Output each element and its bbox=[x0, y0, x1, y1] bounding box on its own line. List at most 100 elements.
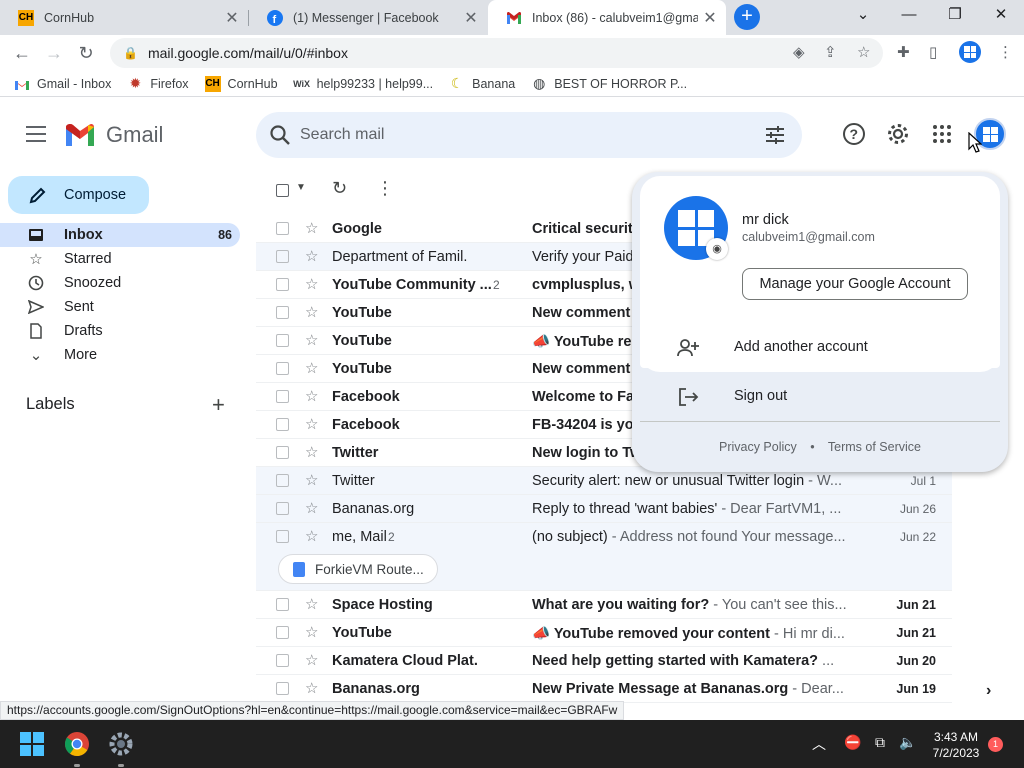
star-icon[interactable]: ☆ bbox=[305, 219, 318, 237]
attachment-chip[interactable]: ForkieVM Route... bbox=[278, 554, 438, 584]
chrome-menu-icon[interactable]: ⋮ bbox=[998, 43, 1013, 61]
star-icon[interactable]: ☆ bbox=[305, 443, 318, 461]
settings-gear-icon[interactable] bbox=[886, 122, 910, 146]
row-checkbox[interactable] bbox=[276, 222, 289, 235]
select-dropdown-icon[interactable]: ▼ bbox=[296, 182, 306, 193]
bookmark-cornhub[interactable]: CH CornHub bbox=[204, 75, 278, 92]
star-icon[interactable]: ☆ bbox=[305, 415, 318, 433]
help-icon[interactable]: ? bbox=[842, 122, 866, 146]
settings-taskbar-icon[interactable] bbox=[105, 728, 137, 760]
nav-inbox[interactable]: Inbox 86 bbox=[0, 223, 240, 247]
display-icon[interactable]: ⧉ bbox=[875, 734, 885, 751]
add-account-button[interactable]: Add another account bbox=[640, 324, 1000, 372]
star-icon[interactable]: ☆ bbox=[305, 471, 318, 489]
search-icon[interactable] bbox=[268, 123, 292, 147]
next-page-icon[interactable]: › bbox=[986, 682, 991, 700]
table-row[interactable]: ☆ Kamatera Cloud Plat. Need help getting s… bbox=[256, 647, 952, 675]
nav-snoozed[interactable]: Snoozed bbox=[0, 271, 240, 295]
table-row[interactable]: ☆ Space Hosting What are you waiting for? … bbox=[256, 591, 952, 619]
row-checkbox[interactable] bbox=[276, 250, 289, 263]
tab-messenger[interactable]: f (1) Messenger | Facebook ✕ bbox=[249, 0, 487, 35]
table-row[interactable]: ☆ Bananas.org New Private Message at Banan… bbox=[256, 675, 952, 703]
notification-badge[interactable]: 1 bbox=[988, 737, 1003, 752]
more-options-icon[interactable]: ⋮ bbox=[376, 178, 394, 199]
main-menu-icon[interactable] bbox=[24, 122, 48, 146]
star-icon[interactable]: ☆ bbox=[305, 499, 318, 517]
row-checkbox[interactable] bbox=[276, 390, 289, 403]
camera-icon[interactable]: ◉ bbox=[706, 238, 728, 260]
share-icon[interactable]: ⇪ bbox=[824, 43, 837, 61]
row-checkbox[interactable] bbox=[276, 598, 289, 611]
tab-gmail[interactable]: Inbox (86) - calubveim1@gmail.c ✕ bbox=[488, 0, 726, 35]
refresh-icon[interactable]: ↻ bbox=[332, 178, 347, 199]
address-bar[interactable]: 🔒 mail.google.com/mail/u/0/#inbox ◈ ⇪ ☆ bbox=[110, 38, 883, 68]
bookmark-gmail-inbox[interactable]: Gmail - Inbox bbox=[14, 76, 111, 92]
compose-button[interactable]: Compose bbox=[8, 176, 149, 214]
lock-icon[interactable]: 🔒 bbox=[123, 46, 138, 60]
restore-icon[interactable]: ❐ bbox=[932, 0, 978, 32]
minimize-icon[interactable]: — bbox=[886, 0, 932, 32]
star-icon[interactable]: ☆ bbox=[305, 331, 318, 349]
search-options-icon[interactable] bbox=[764, 124, 786, 146]
bookmark-firefox[interactable]: ✹ Firefox bbox=[127, 75, 188, 92]
privacy-policy-link[interactable]: Privacy Policy bbox=[719, 440, 797, 454]
close-tab-icon[interactable]: ✕ bbox=[220, 8, 244, 28]
star-icon[interactable]: ☆ bbox=[305, 303, 318, 321]
row-checkbox[interactable] bbox=[276, 362, 289, 375]
row-checkbox[interactable] bbox=[276, 654, 289, 667]
search-input[interactable] bbox=[300, 122, 740, 148]
star-icon[interactable]: ☆ bbox=[305, 651, 318, 669]
row-checkbox[interactable] bbox=[276, 278, 289, 291]
select-all-checkbox[interactable] bbox=[276, 184, 289, 197]
row-checkbox[interactable] bbox=[276, 446, 289, 459]
extensions-icon[interactable]: ✚ bbox=[897, 43, 910, 61]
bookmark-star-icon[interactable]: ☆ bbox=[857, 43, 870, 61]
star-icon[interactable]: ☆ bbox=[305, 359, 318, 377]
row-checkbox[interactable] bbox=[276, 682, 289, 695]
network-icon[interactable]: ⛔ bbox=[844, 734, 861, 751]
new-tab-button[interactable]: + bbox=[734, 4, 760, 30]
star-icon[interactable]: ☆ bbox=[305, 387, 318, 405]
gmail-logo-icon[interactable] bbox=[64, 122, 96, 146]
table-row[interactable]: ☆ YouTube 📣 YouTube removed your content -… bbox=[256, 619, 952, 647]
nav-drafts[interactable]: Drafts bbox=[0, 319, 240, 343]
close-window-icon[interactable]: ✕ bbox=[978, 0, 1024, 32]
sign-out-button[interactable]: Sign out bbox=[640, 373, 1000, 421]
star-icon[interactable]: ☆ bbox=[305, 275, 318, 293]
star-icon[interactable]: ☆ bbox=[305, 623, 318, 641]
row-checkbox[interactable] bbox=[276, 474, 289, 487]
apps-grid-icon[interactable] bbox=[930, 122, 954, 146]
terms-of-service-link[interactable]: Terms of Service bbox=[828, 440, 921, 454]
search-bar[interactable] bbox=[256, 112, 802, 158]
star-icon[interactable]: ☆ bbox=[305, 595, 318, 613]
nav-starred[interactable]: ☆ Starred bbox=[0, 247, 240, 271]
windows-start-icon[interactable] bbox=[20, 732, 44, 756]
tab-search-icon[interactable]: ⌄ bbox=[840, 0, 886, 32]
nav-sent[interactable]: Sent bbox=[0, 295, 240, 319]
bookmark-best-of-horror[interactable]: ◍ BEST OF HORROR P... bbox=[531, 75, 687, 92]
star-icon[interactable]: ☆ bbox=[305, 527, 318, 545]
manage-account-button[interactable]: Manage your Google Account bbox=[742, 268, 968, 300]
row-checkbox[interactable] bbox=[276, 626, 289, 639]
row-checkbox[interactable] bbox=[276, 334, 289, 347]
star-icon[interactable]: ☆ bbox=[305, 247, 318, 265]
show-hidden-icons-icon[interactable]: ︿ bbox=[812, 734, 826, 754]
row-checkbox[interactable] bbox=[276, 306, 289, 319]
back-icon[interactable]: ← bbox=[8, 39, 36, 67]
volume-icon[interactable]: 🔈 bbox=[899, 734, 916, 751]
row-checkbox[interactable] bbox=[276, 418, 289, 431]
table-row[interactable]: ☆ Bananas.org Reply to thread 'want babies… bbox=[256, 495, 952, 523]
tab-cornhub[interactable]: CH CornHub ✕ bbox=[0, 0, 248, 35]
site-settings-icon[interactable]: ◈ bbox=[793, 43, 805, 61]
reload-icon[interactable]: ↻ bbox=[72, 39, 100, 67]
row-checkbox[interactable] bbox=[276, 502, 289, 515]
bookmark-banana[interactable]: ☾ Banana bbox=[449, 75, 515, 92]
star-icon[interactable]: ☆ bbox=[305, 679, 318, 697]
nav-more[interactable]: ⌄ More bbox=[0, 343, 240, 367]
chrome-profile-avatar[interactable] bbox=[959, 41, 981, 63]
add-label-icon[interactable]: + bbox=[212, 392, 225, 418]
forward-icon[interactable]: → bbox=[40, 39, 68, 67]
chrome-taskbar-icon[interactable] bbox=[61, 728, 93, 760]
close-tab-icon[interactable]: ✕ bbox=[698, 8, 722, 28]
close-tab-icon[interactable]: ✕ bbox=[459, 8, 483, 28]
